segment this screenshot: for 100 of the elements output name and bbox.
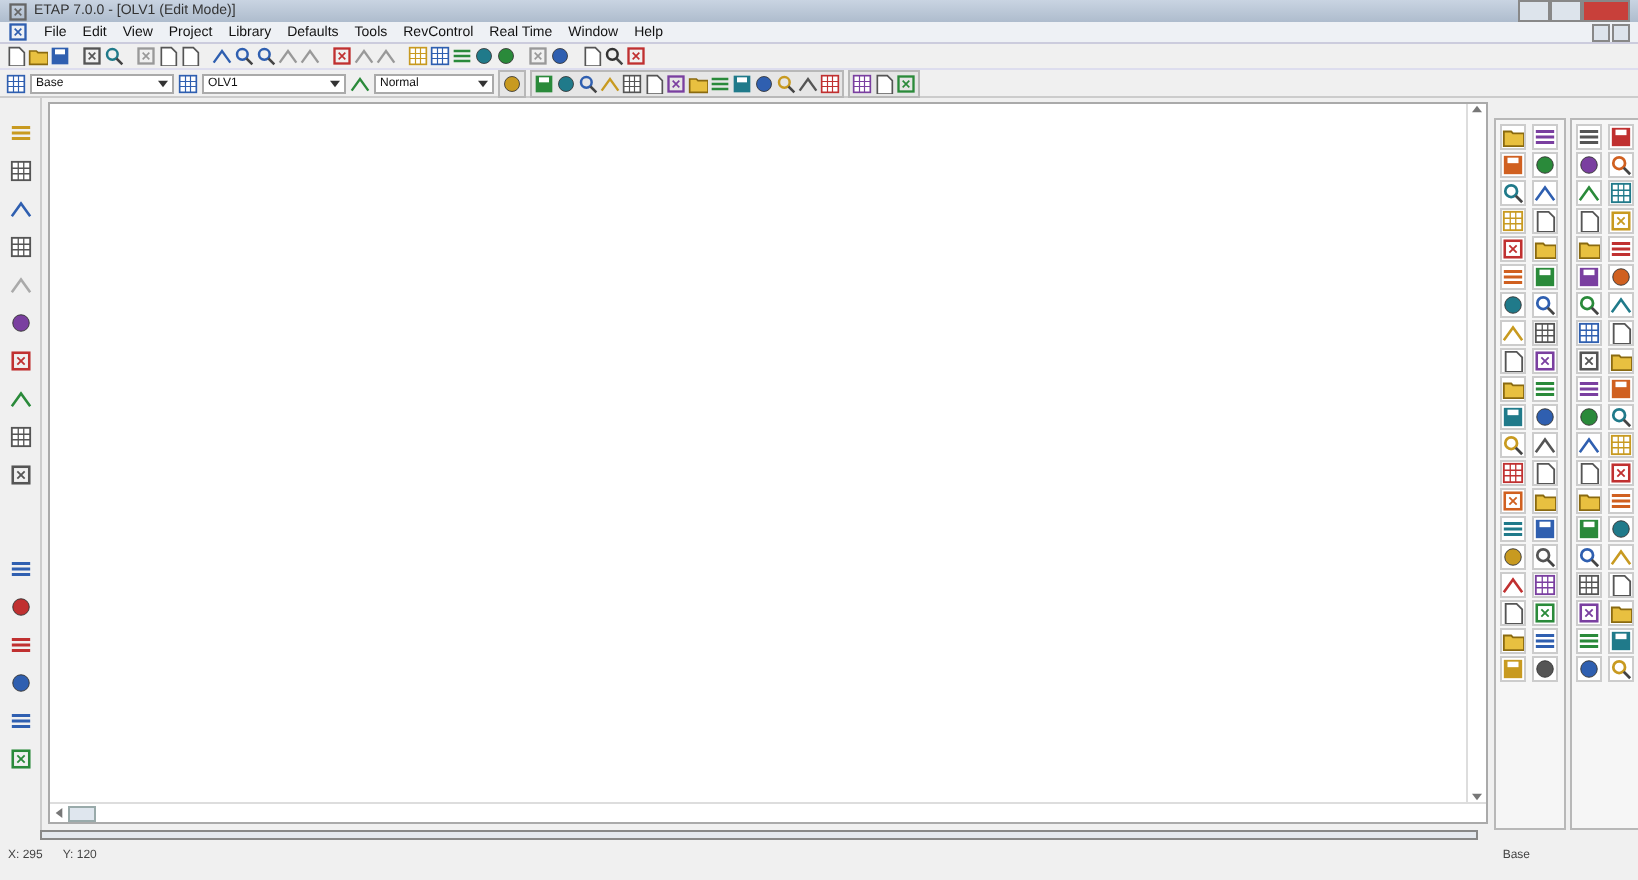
page-icon[interactable] — [874, 73, 894, 93]
square-icon[interactable] — [332, 46, 352, 66]
bars-icon[interactable] — [1532, 124, 1558, 150]
circle-icon[interactable] — [9, 312, 31, 334]
disk-icon[interactable] — [1576, 516, 1602, 542]
grid-icon[interactable] — [1500, 460, 1526, 486]
up-arrow-icon[interactable] — [1472, 104, 1482, 114]
bars-icon[interactable] — [1500, 516, 1526, 542]
disk-icon[interactable] — [1532, 516, 1558, 542]
vertical-scrollbar[interactable] — [1466, 104, 1486, 802]
disk-icon[interactable] — [1608, 124, 1634, 150]
restore-button[interactable] — [1612, 23, 1630, 41]
disk-icon[interactable] — [1500, 152, 1526, 178]
magnifier-icon[interactable] — [1500, 432, 1526, 458]
app-icon[interactable] — [8, 1, 28, 21]
left-arrow-icon[interactable] — [54, 808, 64, 818]
magnifier-icon[interactable] — [604, 46, 624, 66]
magnifier-icon[interactable] — [1608, 404, 1634, 430]
magnifier-icon[interactable] — [256, 46, 276, 66]
grid-icon[interactable] — [9, 236, 31, 258]
line-icon[interactable] — [350, 73, 370, 93]
magnifier-icon[interactable] — [1532, 292, 1558, 318]
grid-icon[interactable] — [178, 73, 198, 93]
magnifier-icon[interactable] — [1576, 292, 1602, 318]
folder-icon[interactable] — [1608, 600, 1634, 626]
bars-icon[interactable] — [1500, 264, 1526, 290]
folder-icon[interactable] — [1532, 488, 1558, 514]
bars-icon[interactable] — [1576, 376, 1602, 402]
magnifier-icon[interactable] — [1576, 544, 1602, 570]
disk-icon[interactable] — [1576, 264, 1602, 290]
square-icon[interactable] — [666, 73, 686, 93]
folder-icon[interactable] — [1608, 348, 1634, 374]
bars-icon[interactable] — [1608, 236, 1634, 262]
grid-icon[interactable] — [1532, 572, 1558, 598]
folder-icon[interactable] — [1576, 236, 1602, 262]
minimize-button[interactable] — [1592, 23, 1610, 41]
disk-icon[interactable] — [1608, 376, 1634, 402]
square-icon[interactable] — [1532, 348, 1558, 374]
circle-icon[interactable] — [474, 46, 494, 66]
square-icon[interactable] — [1532, 600, 1558, 626]
circle-icon[interactable] — [502, 73, 522, 93]
square-icon[interactable] — [9, 748, 31, 770]
grid-icon[interactable] — [430, 46, 450, 66]
grid-icon[interactable] — [9, 426, 31, 448]
bars-icon[interactable] — [9, 710, 31, 732]
bars-icon[interactable] — [9, 634, 31, 656]
circle-icon[interactable] — [550, 46, 570, 66]
down-arrow-icon[interactable] — [1472, 792, 1482, 802]
circle-icon[interactable] — [9, 672, 31, 694]
bars-icon[interactable] — [1576, 124, 1602, 150]
maximize-button[interactable] — [1550, 0, 1582, 22]
line-icon[interactable] — [798, 73, 818, 93]
grid-icon[interactable] — [1576, 572, 1602, 598]
grid-icon[interactable] — [1608, 180, 1634, 206]
grid-icon[interactable] — [1532, 320, 1558, 346]
folder-icon[interactable] — [1500, 628, 1526, 654]
scrollbar-thumb[interactable] — [68, 805, 96, 821]
bars-icon[interactable] — [1532, 628, 1558, 654]
bars-icon[interactable] — [1532, 376, 1558, 402]
bars-icon[interactable] — [1576, 628, 1602, 654]
page-icon[interactable] — [644, 73, 664, 93]
square-icon[interactable] — [896, 73, 916, 93]
grid-icon[interactable] — [9, 160, 31, 182]
line-icon[interactable] — [9, 388, 31, 410]
folder-icon[interactable] — [1500, 376, 1526, 402]
grid-icon[interactable] — [6, 73, 26, 93]
circle-icon[interactable] — [496, 46, 516, 66]
bars-icon[interactable] — [710, 73, 730, 93]
grid-icon[interactable] — [820, 73, 840, 93]
grid-icon[interactable] — [1576, 320, 1602, 346]
magnifier-icon[interactable] — [1500, 180, 1526, 206]
folder-icon[interactable] — [1532, 236, 1558, 262]
disk-icon[interactable] — [1608, 628, 1634, 654]
grid-icon[interactable] — [622, 73, 642, 93]
bars-icon[interactable] — [9, 558, 31, 580]
square-icon[interactable] — [1608, 460, 1634, 486]
minimize-button[interactable] — [1518, 0, 1550, 22]
square-icon[interactable] — [1576, 348, 1602, 374]
magnifier-icon[interactable] — [234, 46, 254, 66]
magnifier-icon[interactable] — [1532, 544, 1558, 570]
folder-icon[interactable] — [1576, 488, 1602, 514]
square-icon[interactable] — [9, 350, 31, 372]
caret-icon[interactable] — [158, 79, 168, 87]
caret-icon[interactable] — [330, 79, 340, 87]
line-icon[interactable] — [9, 198, 31, 220]
magnifier-icon[interactable] — [104, 46, 124, 66]
square-icon[interactable] — [1576, 600, 1602, 626]
horizontal-scrollbar[interactable] — [50, 802, 1486, 822]
square-icon[interactable] — [1500, 236, 1526, 262]
square-icon[interactable] — [9, 464, 31, 486]
folder-icon[interactable] — [1500, 124, 1526, 150]
circle-icon[interactable] — [9, 596, 31, 618]
square-icon[interactable] — [82, 46, 102, 66]
square-icon[interactable] — [1500, 488, 1526, 514]
disk-icon[interactable] — [1532, 264, 1558, 290]
disk-icon[interactable] — [1500, 404, 1526, 430]
magnifier-icon[interactable] — [578, 73, 598, 93]
bars-icon[interactable] — [452, 46, 472, 66]
circle-icon[interactable] — [556, 73, 576, 93]
magnifier-icon[interactable] — [776, 73, 796, 93]
